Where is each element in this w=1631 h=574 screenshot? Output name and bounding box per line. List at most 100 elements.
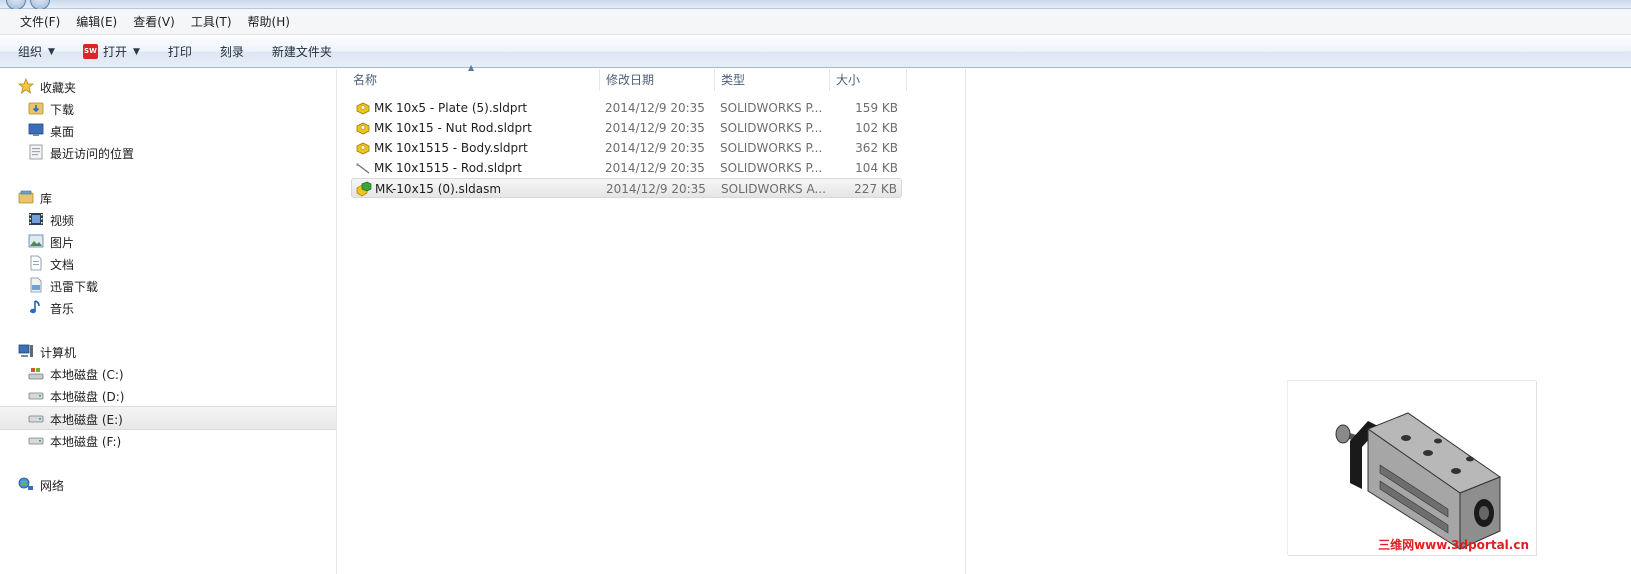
thunder-download-icon (30, 277, 42, 293)
nav-item-videos[interactable]: 视频 (0, 208, 336, 230)
preview-thumbnail: 三维网www.3dportal.cn (1287, 380, 1536, 555)
column-header-date[interactable]: 修改日期 (600, 69, 715, 91)
command-toolbar: 组织 ▼ SW 打开 ▼ 打印 刻录 新建文件夹 (0, 36, 1631, 68)
chevron-down-icon[interactable]: ▼ (133, 47, 140, 57)
file-type: SOLIDWORKS P... (720, 121, 823, 135)
organize-label: 组织 (18, 45, 43, 59)
nav-item-thunder-downloads[interactable]: 迅雷下载 (0, 274, 336, 296)
file-list-pane: ▲ 名称 修改日期 类型 大小 MK 10x5 - Plate (5).sldp… (337, 63, 966, 574)
file-date: 2014/12/9 20:35 (605, 161, 705, 175)
burn-label: 刻录 (219, 45, 244, 59)
nav-item-label: 图片 (50, 236, 75, 250)
nav-item-drive-d[interactable]: 本地磁盘 (D:) (0, 384, 336, 406)
file-size: 227 KB (854, 182, 897, 196)
open-button[interactable]: SW 打开 ▼ (75, 40, 148, 63)
nav-item-label: 本地磁盘 (C:) (50, 368, 124, 382)
nav-group-computer[interactable]: 计算机 (0, 340, 336, 362)
nav-item-label: 下载 (50, 103, 75, 117)
column-header-name[interactable]: 名称 (347, 69, 600, 91)
nav-item-label: 桌面 (50, 125, 75, 139)
recent-places-icon (29, 144, 43, 160)
nav-item-drive-e[interactable]: 本地磁盘 (E:) (0, 406, 336, 430)
file-type: SOLIDWORKS P... (720, 141, 823, 155)
watermark-text: 三维网www.3dportal.cn (1378, 538, 1529, 552)
file-name: MK 10x15 - Nut Rod.sldprt (374, 121, 532, 135)
sldasm-icon (356, 181, 372, 197)
nav-group-label: 网络 (40, 479, 65, 493)
column-header-size[interactable]: 大小 (830, 69, 907, 91)
hard-drive-icon (28, 415, 44, 423)
file-date: 2014/12/9 20:35 (606, 182, 706, 196)
nav-group-libraries[interactable]: 库 (0, 186, 336, 208)
file-name: MK 10x1515 - Body.sldprt (374, 141, 528, 155)
nav-item-label: 文档 (50, 258, 75, 272)
menu-file[interactable]: 文件(F) (12, 11, 68, 32)
solidworks-icon: SW (82, 44, 98, 59)
nav-group-label: 库 (40, 192, 53, 206)
pictures-icon (28, 234, 44, 248)
nav-item-desktop[interactable]: 桌面 (0, 119, 336, 141)
nav-item-label: 本地磁盘 (F:) (50, 435, 122, 449)
system-drive-icon (28, 368, 44, 380)
nav-item-documents[interactable]: 文档 (0, 252, 336, 274)
file-row[interactable]: MK 10x5 - Plate (5).sldprt 2014/12/9 20:… (351, 98, 902, 118)
file-size: 159 KB (855, 101, 898, 115)
file-name: MK 10x5 - Plate (5).sldprt (374, 101, 528, 115)
file-type: SOLIDWORKS A... (721, 182, 826, 196)
menu-tools[interactable]: 工具(T) (183, 11, 240, 32)
hard-drive-icon (28, 437, 44, 445)
file-date: 2014/12/9 20:35 (605, 141, 705, 155)
nav-item-recent-places[interactable]: 最近访问的位置 (0, 141, 336, 163)
file-name: MK 10x1515 - Rod.sldprt (374, 161, 522, 175)
nav-item-label: 音乐 (50, 302, 75, 316)
file-row[interactable]: MK 10x15 - Nut Rod.sldprt 2014/12/9 20:3… (351, 118, 902, 138)
file-row-selected[interactable]: MK-10x15 (0).sldasm 2014/12/9 20:35 SOLI… (351, 178, 902, 198)
nav-item-drive-f[interactable]: 本地磁盘 (F:) (0, 429, 336, 451)
library-icon (18, 190, 34, 204)
nav-item-music[interactable]: 音乐 (0, 296, 336, 318)
network-icon (18, 477, 33, 490)
nav-item-label: 本地磁盘 (E:) (50, 413, 123, 427)
downloads-folder-icon (28, 102, 44, 115)
nav-item-drive-c[interactable]: 本地磁盘 (C:) (0, 362, 336, 384)
documents-icon (30, 255, 42, 271)
print-label: 打印 (167, 45, 192, 59)
desktop-icon (28, 123, 44, 136)
file-row[interactable]: MK 10x1515 - Rod.sldprt 2014/12/9 20:35 … (351, 158, 902, 178)
file-size: 102 KB (855, 121, 898, 135)
nav-group-favorites[interactable]: 收藏夹 (0, 75, 336, 97)
nav-group-network[interactable]: 网络 (0, 473, 336, 495)
window-title-strip (0, 0, 1631, 10)
sldprt-icon (356, 122, 370, 135)
sldprt-icon (356, 102, 370, 115)
rod-part-icon (356, 163, 370, 174)
open-label: 打开 (102, 45, 127, 59)
menu-edit[interactable]: 编辑(E) (68, 11, 125, 32)
nav-item-downloads[interactable]: 下载 (0, 97, 336, 119)
file-name: MK-10x15 (0).sldasm (375, 182, 502, 196)
file-date: 2014/12/9 20:35 (605, 121, 705, 135)
menu-help[interactable]: 帮助(H) (240, 11, 298, 32)
video-icon (29, 213, 43, 225)
file-date: 2014/12/9 20:35 (605, 101, 705, 115)
nav-item-label: 最近访问的位置 (50, 147, 135, 161)
sldprt-icon (356, 142, 370, 155)
nav-item-pictures[interactable]: 图片 (0, 230, 336, 252)
file-size: 104 KB (855, 161, 898, 175)
star-icon (18, 78, 34, 94)
nav-group-label: 收藏夹 (40, 81, 77, 95)
organize-button[interactable]: 组织 ▼ (10, 40, 63, 63)
file-type: SOLIDWORKS P... (720, 101, 823, 115)
new-folder-button[interactable]: 新建文件夹 (264, 40, 340, 63)
nav-group-label: 计算机 (40, 346, 77, 360)
menu-view[interactable]: 查看(V) (125, 11, 183, 32)
music-note-icon (30, 300, 40, 314)
nav-item-label: 本地磁盘 (D:) (50, 390, 125, 404)
file-row[interactable]: MK 10x1515 - Body.sldprt 2014/12/9 20:35… (351, 138, 902, 158)
print-button[interactable]: 打印 (160, 40, 200, 63)
column-header-type[interactable]: 类型 (715, 69, 830, 91)
burn-button[interactable]: 刻录 (212, 40, 252, 63)
file-type: SOLIDWORKS P... (720, 161, 823, 175)
column-headers: ▲ 名称 修改日期 类型 大小 (337, 63, 907, 91)
chevron-down-icon: ▼ (48, 46, 55, 57)
